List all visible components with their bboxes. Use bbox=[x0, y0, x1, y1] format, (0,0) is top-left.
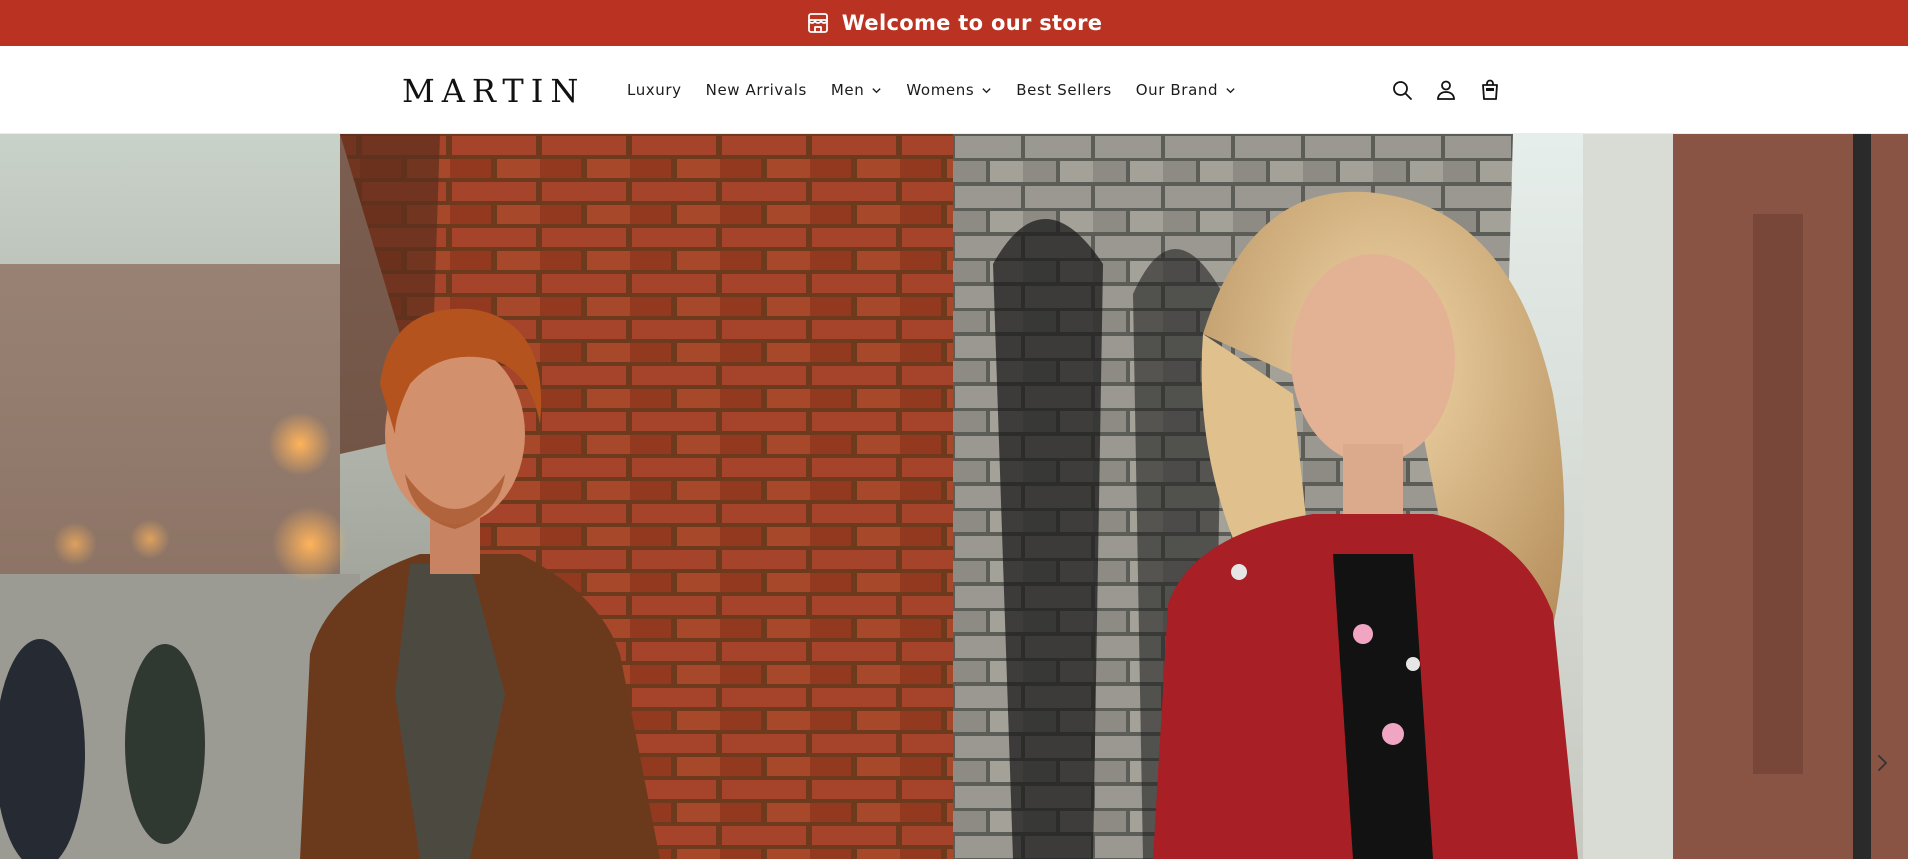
announcement-bar: Welcome to our store bbox=[0, 0, 1908, 46]
header-icons bbox=[1390, 46, 1502, 134]
man-in-leather-jacket-image bbox=[0, 134, 953, 859]
site-header: MARTIN Luxury New Arrivals Men Womens Be… bbox=[0, 46, 1908, 134]
chevron-down-icon bbox=[872, 87, 882, 93]
nav-item-womens[interactable]: Womens bbox=[906, 81, 992, 99]
announcement-text: Welcome to our store bbox=[841, 11, 1103, 35]
main-nav: Luxury New Arrivals Men Womens Best Sell… bbox=[627, 46, 1260, 134]
nav-item-label: New Arrivals bbox=[705, 81, 807, 99]
nav-item-label: Luxury bbox=[627, 81, 682, 99]
nav-item-new-arrivals[interactable]: New Arrivals bbox=[706, 81, 807, 99]
chevron-down-icon bbox=[1226, 87, 1235, 93]
brand-logo[interactable]: MARTIN bbox=[402, 74, 585, 108]
chevron-right-icon[interactable] bbox=[1870, 751, 1894, 775]
nav-item-men[interactable]: Men bbox=[831, 81, 882, 99]
nav-item-label: Womens bbox=[906, 81, 975, 99]
woman-in-red-jacket-image bbox=[953, 134, 1908, 859]
hero-image-men[interactable] bbox=[0, 134, 953, 859]
chevron-down-icon bbox=[982, 87, 991, 93]
nav-item-best-sellers[interactable]: Best Sellers bbox=[1016, 81, 1111, 99]
storefront-icon bbox=[807, 13, 828, 33]
nav-item-label: Men bbox=[830, 81, 865, 99]
account-icon[interactable] bbox=[1434, 78, 1458, 102]
hero-slideshow bbox=[0, 134, 1908, 859]
cart-icon[interactable] bbox=[1478, 78, 1502, 102]
nav-item-label: Best Sellers bbox=[1016, 81, 1112, 99]
hero-image-women[interactable] bbox=[953, 134, 1908, 859]
nav-item-label: Our Brand bbox=[1135, 81, 1219, 99]
nav-item-our-brand[interactable]: Our Brand bbox=[1136, 81, 1236, 99]
search-icon[interactable] bbox=[1390, 78, 1414, 102]
nav-item-luxury[interactable]: Luxury bbox=[627, 81, 682, 99]
